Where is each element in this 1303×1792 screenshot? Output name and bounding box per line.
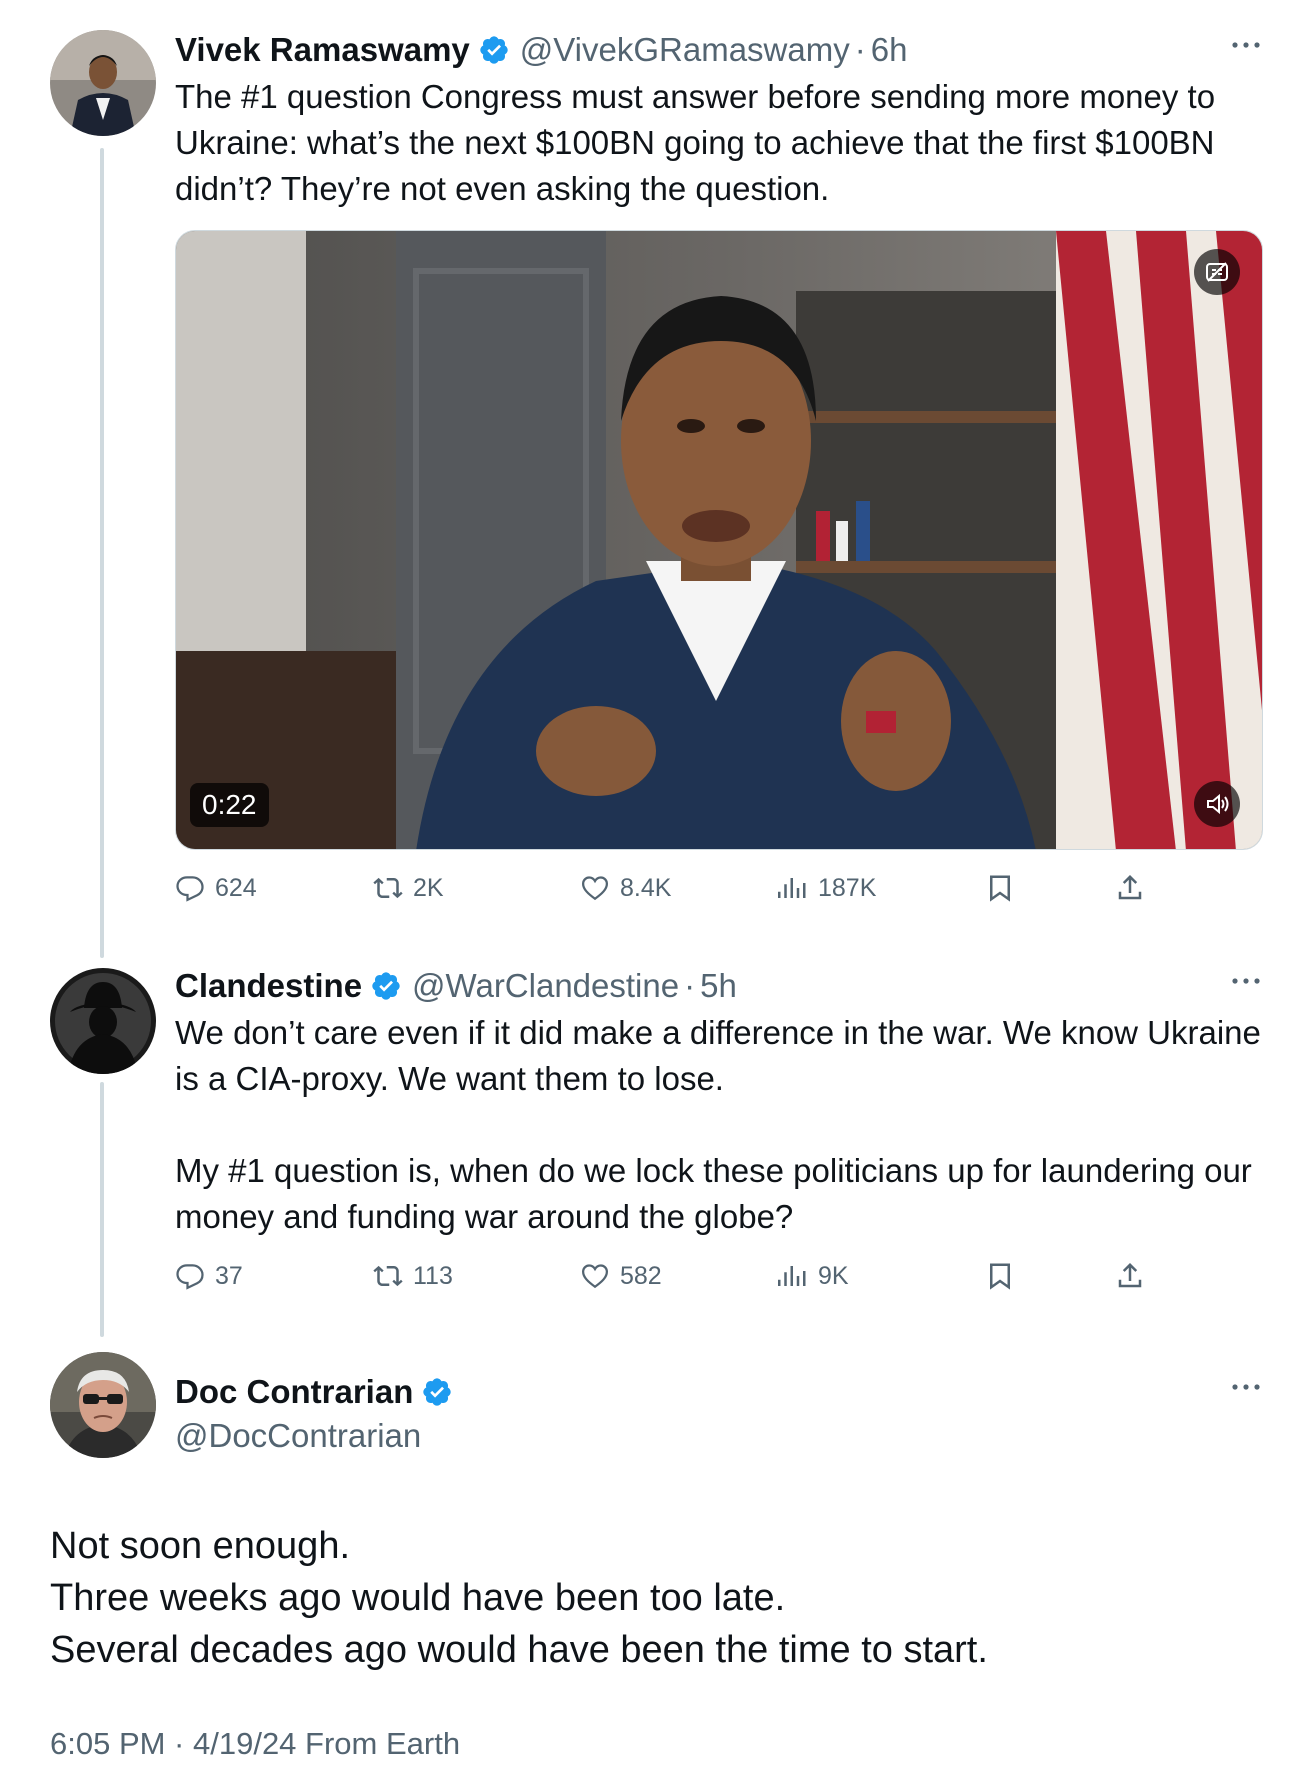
share-button[interactable] (1115, 868, 1155, 908)
verified-badge-icon (478, 34, 510, 66)
tweet-clandestine[interactable]: Clandestine @WarClandestine · 5h We don’… (175, 964, 1263, 1240)
bookmark-button[interactable] (985, 868, 1025, 908)
view-count: 9K (818, 1261, 849, 1290)
author-handle[interactable]: @DocContrarian (175, 1417, 421, 1455)
volume-icon[interactable] (1194, 781, 1240, 827)
tweet-text: The #1 question Congress must answer bef… (175, 78, 1216, 207)
views-button[interactable]: 187K (778, 868, 876, 908)
author-name[interactable]: Vivek Ramaswamy (175, 31, 470, 69)
bookmark-icon (990, 875, 1010, 902)
author-handle[interactable]: @WarClandestine (412, 967, 679, 1005)
tweet-text-paragraph: My #1 question is, when do we lock these… (175, 1152, 1252, 1235)
reply-button[interactable]: 37 (175, 1256, 243, 1296)
author-name[interactable]: Clandestine (175, 967, 362, 1005)
tweet-time[interactable]: 6h (871, 31, 908, 69)
bookmark-button[interactable] (985, 1256, 1025, 1296)
tweet-header: Doc Contrarian (175, 1370, 1263, 1414)
main-tweet-line: Not soon enough. (50, 1525, 351, 1567)
views-icon (778, 1266, 806, 1286)
views-button[interactable]: 9K (778, 1256, 849, 1296)
main-tweet-line: Three weeks ago would have been too late… (50, 1577, 786, 1619)
reply-icon (176, 876, 204, 902)
tweet-header-handle: @DocContrarian (175, 1414, 1263, 1458)
video-player[interactable]: 0:22 (175, 230, 1263, 850)
verified-badge-icon (370, 970, 402, 1002)
tweet-timestamp[interactable]: 6:05 PM · 4/19/24 From Earth (50, 1726, 460, 1762)
thread-line (100, 1082, 104, 1337)
separator-dot: · (684, 967, 696, 1004)
tweet-header: Vivek Ramaswamy @VivekGRamaswamy · 6h (175, 28, 1263, 72)
tweet-text-paragraph: We don’t care even if it did make a diff… (175, 1014, 1261, 1097)
reply-count: 624 (215, 873, 257, 902)
more-icon[interactable] (1229, 964, 1263, 998)
more-icon[interactable] (1229, 1370, 1263, 1404)
tweet-time[interactable]: 5h (700, 967, 737, 1005)
video-duration: 0:22 (190, 783, 269, 827)
views-icon (778, 878, 806, 898)
tweet-doc-contrarian: Doc Contrarian @DocContrarian (175, 1370, 1263, 1458)
like-button[interactable]: 582 (580, 1256, 662, 1296)
like-count: 8.4K (620, 873, 672, 902)
main-tweet-line: Several decades ago would have been the … (50, 1629, 988, 1671)
repost-icon (373, 877, 403, 899)
reply-button[interactable]: 624 (175, 868, 257, 908)
captions-off-icon[interactable] (1194, 249, 1240, 295)
video-frame (176, 231, 1262, 849)
like-icon (581, 1264, 609, 1289)
repost-button[interactable]: 2K (373, 868, 444, 908)
tweet-header: Clandestine @WarClandestine · 5h (175, 964, 1263, 1008)
avatar[interactable] (50, 30, 156, 136)
reply-icon (176, 1264, 204, 1290)
author-name[interactable]: Doc Contrarian (175, 1373, 413, 1411)
reply-count: 37 (215, 1261, 243, 1290)
author-handle[interactable]: @VivekGRamaswamy (520, 31, 850, 69)
bookmark-icon (990, 1263, 1010, 1290)
tweet-vivek[interactable]: Vivek Ramaswamy @VivekGRamaswamy · 6h Th… (175, 28, 1263, 212)
share-button[interactable] (1115, 1256, 1155, 1296)
like-icon (581, 876, 609, 901)
separator-dot: · (854, 31, 866, 68)
repost-icon (373, 1265, 403, 1287)
more-icon[interactable] (1229, 28, 1263, 62)
tweet-actions: 37 113 582 9K (175, 1256, 1175, 1296)
view-count: 187K (818, 873, 877, 902)
verified-badge-icon (421, 1376, 453, 1408)
main-tweet-text: Not soon enough. Three weeks ago would h… (50, 1520, 988, 1676)
like-count: 582 (620, 1261, 662, 1290)
avatar[interactable] (50, 968, 156, 1074)
repost-count: 2K (413, 873, 444, 902)
avatar[interactable] (50, 1352, 156, 1458)
thread-line (100, 148, 104, 958)
share-icon (1118, 874, 1142, 900)
repost-button[interactable]: 113 (373, 1256, 453, 1296)
share-icon (1118, 1262, 1142, 1288)
repost-count: 113 (413, 1261, 453, 1290)
tweet-actions: 624 2K 8.4K 187K (175, 868, 1175, 908)
like-button[interactable]: 8.4K (580, 868, 671, 908)
